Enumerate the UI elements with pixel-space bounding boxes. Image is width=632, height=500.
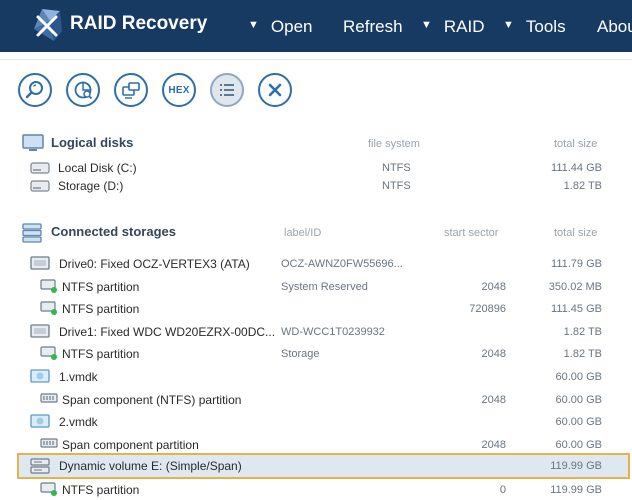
title-bar: RAID Recovery ▼ Open Refresh ▼ RAID ▼ To… bbox=[0, 0, 632, 52]
total-size: 60.00 GB bbox=[555, 416, 602, 428]
monitor-icon bbox=[22, 134, 44, 151]
logical-disk-row[interactable]: Storage (D:) NTFS 1.82 TB bbox=[18, 176, 630, 194]
menu-raid[interactable]: ▼ RAID bbox=[421, 17, 485, 37]
storage-name: NTFS partition bbox=[62, 483, 140, 497]
virtual-disk-icon bbox=[30, 369, 50, 383]
storage-stack-icon bbox=[22, 223, 42, 243]
disk-image-icon bbox=[122, 82, 140, 99]
start-sector: 2048 bbox=[481, 281, 506, 293]
total-size: 119.99 GB bbox=[550, 484, 602, 496]
partition-icon bbox=[40, 482, 57, 496]
dropdown-triangle-icon: ▼ bbox=[421, 19, 432, 31]
column-label-id: label/ID bbox=[284, 227, 322, 239]
storage-name: Drive0: Fixed OCZ-VERTEX3 (ATA) bbox=[59, 257, 250, 271]
scan-button[interactable] bbox=[66, 73, 100, 107]
total-size: 111.44 GB bbox=[551, 162, 602, 174]
label-id: System Reserved bbox=[281, 281, 368, 293]
storage-name: Span component partition bbox=[62, 438, 199, 452]
total-size: 350.02 MB bbox=[548, 281, 602, 293]
storage-name: Drive1: Fixed WDC WD20EZRX-00DC... bbox=[59, 325, 276, 339]
disk-name: Storage (D:) bbox=[58, 179, 124, 193]
column-start-sector: start sector bbox=[444, 227, 499, 239]
start-sector: 720896 bbox=[469, 303, 506, 315]
properties-button[interactable] bbox=[210, 73, 244, 107]
storage-name: Dynamic volume E: (Simple/Span) bbox=[59, 459, 242, 473]
storage-name: Span component (NTFS) partition bbox=[62, 393, 242, 407]
storage-row-vmdk[interactable]: 1.vmdk 60.00 GB bbox=[18, 365, 630, 387]
storage-name: NTFS partition bbox=[62, 302, 140, 316]
storage-row-span[interactable]: Span component (NTFS) partition 2048 60.00… bbox=[18, 388, 630, 410]
storage-row-partition[interactable]: NTFS partition Storage 2048 1.82 TB bbox=[18, 342, 630, 364]
column-total-size: total size bbox=[554, 227, 598, 239]
start-sector: 0 bbox=[499, 484, 506, 496]
connected-storages-heading: Connected storages bbox=[51, 224, 176, 239]
total-size: 119.99 GB bbox=[550, 460, 602, 472]
logical-disk-row[interactable]: Local Disk (C:) NTFS 111.44 GB bbox=[18, 158, 630, 176]
storage-row-span[interactable]: Span component partition 2048 60.00 GB bbox=[18, 433, 630, 455]
storage-row-partition[interactable]: NTFS partition 0 119.99 GB bbox=[18, 478, 630, 500]
logical-disks-heading: Logical disks bbox=[51, 135, 134, 150]
disk-name: Local Disk (C:) bbox=[58, 161, 137, 175]
partition-icon bbox=[40, 346, 57, 360]
storage-row-drive[interactable]: Drive1: Fixed WDC WD20EZRX-00DC... WD-WCC… bbox=[18, 320, 630, 342]
menu-open[interactable]: ▼ Open bbox=[248, 17, 312, 37]
start-sector: 2048 bbox=[481, 394, 506, 406]
partition-icon bbox=[40, 301, 57, 315]
search-button[interactable] bbox=[18, 73, 52, 107]
total-size: 111.45 GB bbox=[551, 303, 602, 315]
menu-refresh[interactable]: Refresh bbox=[343, 17, 403, 37]
span-component-icon bbox=[40, 438, 58, 448]
partition-icon bbox=[40, 279, 57, 293]
storage-row-partition[interactable]: NTFS partition 720896 111.45 GB bbox=[18, 297, 630, 319]
storage-name: 1.vmdk bbox=[59, 370, 98, 384]
app-title: RAID Recovery bbox=[70, 13, 208, 34]
storage-row-partition[interactable]: NTFS partition System Reserved 2048 350.02 … bbox=[18, 275, 630, 297]
disk-scan-icon bbox=[74, 81, 93, 100]
span-component-icon bbox=[40, 393, 58, 403]
storage-name: NTFS partition bbox=[62, 280, 140, 294]
menu-tools[interactable]: ▼ Tools bbox=[503, 17, 566, 37]
menu-about[interactable]: About bbox=[597, 17, 632, 37]
storage-row-vmdk[interactable]: 2.vmdk 60.00 GB bbox=[18, 410, 630, 432]
hard-drive-icon bbox=[30, 324, 50, 338]
label-id: Storage bbox=[281, 348, 320, 360]
hex-editor-button[interactable]: HEX bbox=[162, 73, 196, 107]
close-icon bbox=[268, 83, 282, 97]
dropdown-triangle-icon: ▼ bbox=[503, 19, 514, 31]
storage-name: 2.vmdk bbox=[59, 415, 98, 429]
storage-row-drive[interactable]: Drive0: Fixed OCZ-VERTEX3 (ATA) OCZ-AWNZ0… bbox=[18, 252, 630, 274]
total-size: 60.00 GB bbox=[555, 394, 602, 406]
drive-icon bbox=[30, 180, 50, 192]
start-sector: 2048 bbox=[481, 439, 506, 451]
close-button[interactable] bbox=[258, 73, 292, 107]
file-system: NTFS bbox=[382, 180, 411, 192]
label-id: OCZ-AWNZ0FW55696... bbox=[281, 258, 403, 270]
total-size: 1.82 TB bbox=[563, 348, 602, 360]
column-file-system: file system bbox=[368, 138, 420, 150]
total-size: 60.00 GB bbox=[555, 439, 602, 451]
hex-icon: HEX bbox=[168, 84, 190, 96]
header-divider bbox=[0, 52, 632, 60]
hard-drive-icon bbox=[30, 256, 50, 270]
total-size: 60.00 GB bbox=[555, 371, 602, 383]
virtual-disk-icon bbox=[30, 414, 50, 428]
magnifier-icon bbox=[25, 81, 43, 99]
dropdown-triangle-icon: ▼ bbox=[248, 19, 259, 31]
app-logo-icon bbox=[34, 9, 62, 41]
storage-name: NTFS partition bbox=[62, 347, 140, 361]
total-size: 1.82 TB bbox=[563, 180, 602, 192]
start-sector: 2048 bbox=[481, 348, 506, 360]
total-size: 1.82 TB bbox=[563, 326, 602, 338]
total-size: 111.79 GB bbox=[551, 258, 602, 270]
file-system: NTFS bbox=[382, 162, 411, 174]
drive-icon bbox=[30, 162, 50, 174]
column-total-size: total size bbox=[554, 138, 598, 150]
label-id: WD-WCC1T0239932 bbox=[281, 326, 385, 338]
dynamic-volume-icon bbox=[30, 458, 50, 474]
list-icon bbox=[220, 84, 234, 96]
storage-row-volume[interactable]: Dynamic volume E: (Simple/Span) 119.99 GB bbox=[17, 453, 630, 479]
disk-image-button[interactable] bbox=[114, 73, 148, 107]
